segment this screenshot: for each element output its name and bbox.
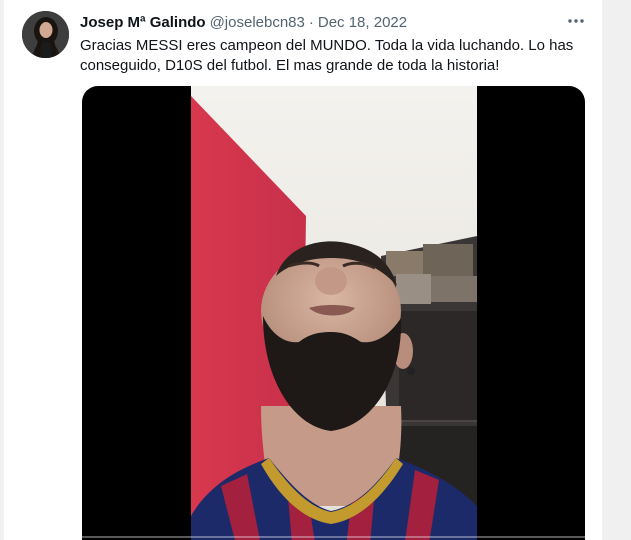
tweet-text: Gracias MESSI eres campeon del MUNDO. To… <box>80 37 574 74</box>
avatar-image <box>22 11 69 58</box>
video-progress-bar[interactable] <box>82 536 585 538</box>
avatar[interactable] <box>22 11 69 58</box>
author-name[interactable]: Josep Mª Galindo <box>80 13 206 33</box>
video-thumbnail <box>191 86 477 540</box>
author-handle[interactable]: @joselebcn83 <box>210 13 305 33</box>
more-options-icon[interactable] <box>565 10 587 32</box>
tweet-header: Josep Mª Galindo @joselebcn83 · Dec 18, … <box>80 13 407 33</box>
ellipsis-icon <box>568 19 584 23</box>
tweet-card[interactable]: Josep Mª Galindo @joselebcn83 · Dec 18, … <box>3 0 603 540</box>
separator-dot: · <box>308 14 314 31</box>
video-player[interactable] <box>82 86 585 540</box>
video-frame <box>191 86 477 540</box>
tweet-date[interactable]: Dec 18, 2022 <box>318 13 407 33</box>
